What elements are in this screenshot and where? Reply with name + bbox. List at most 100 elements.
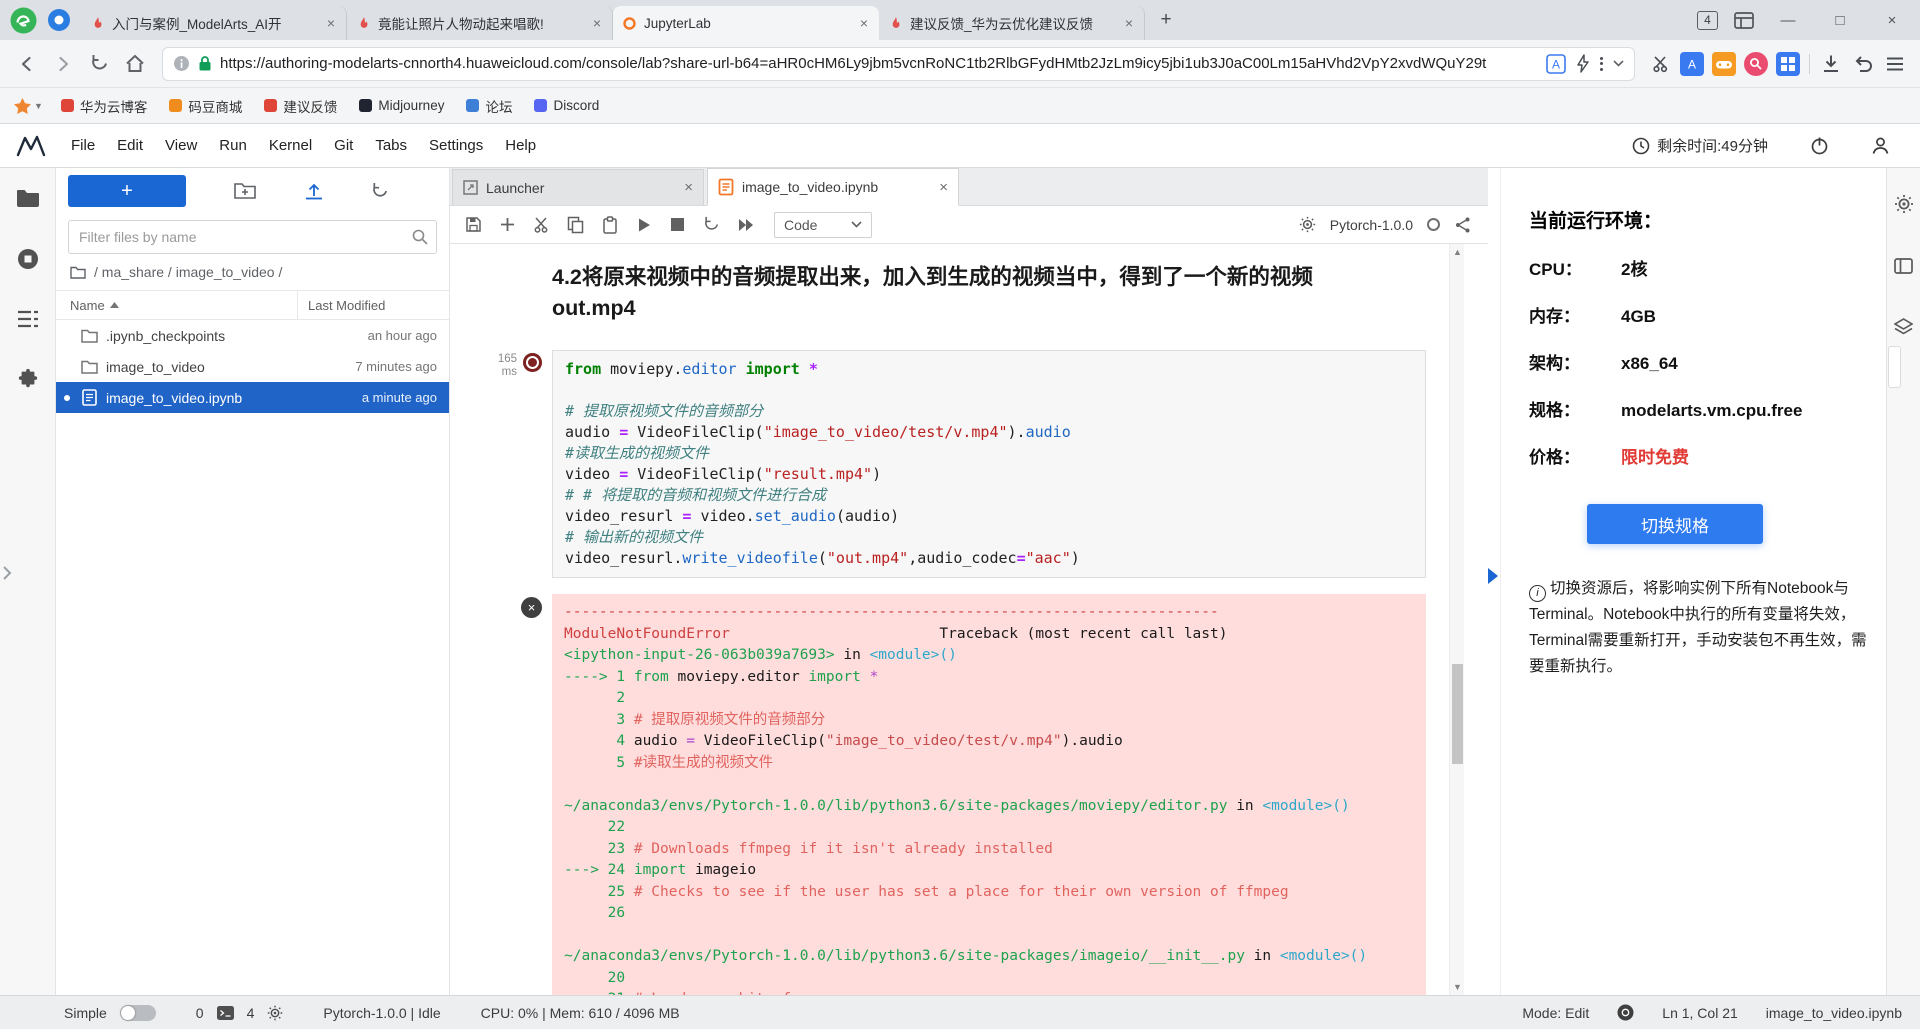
- tab-notebook[interactable]: image_to_video.ipynb ×: [707, 168, 959, 206]
- new-launcher-button[interactable]: +: [68, 175, 186, 207]
- close-button[interactable]: ×: [1874, 12, 1910, 29]
- tab-close-icon[interactable]: ×: [939, 179, 948, 196]
- bookmark-item[interactable]: Midjourney: [359, 98, 444, 113]
- file-row[interactable]: image_to_video.ipynba minute ago: [56, 382, 449, 413]
- chevron-down-icon[interactable]: [1613, 60, 1624, 67]
- breadcrumb[interactable]: / ma_share / image_to_video /: [56, 254, 449, 290]
- bookmark-star-icon[interactable]: ▼: [14, 98, 43, 114]
- cursor-position[interactable]: Ln 1, Col 21: [1662, 1005, 1738, 1021]
- power-icon[interactable]: [1810, 136, 1829, 155]
- settings-gear-icon[interactable]: [1894, 194, 1914, 214]
- save-button[interactable]: [458, 211, 489, 239]
- browser-profile-icon[interactable]: [47, 8, 71, 32]
- url-field[interactable]: https://authoring-modelarts-cnnorth4.hua…: [162, 47, 1635, 81]
- more-options-icon[interactable]: [1600, 57, 1603, 71]
- add-cell-button[interactable]: [492, 211, 523, 239]
- refresh-icon[interactable]: [371, 182, 389, 200]
- restart-kernel-button[interactable]: [696, 211, 727, 239]
- kernel-name[interactable]: Pytorch-1.0.0: [1330, 217, 1413, 233]
- game-extension-icon[interactable]: [1709, 49, 1739, 79]
- menu-settings[interactable]: Settings: [418, 137, 494, 154]
- menu-git[interactable]: Git: [323, 137, 364, 154]
- notebook-scrollbar[interactable]: ▲ ▼: [1449, 244, 1464, 995]
- simple-mode-toggle[interactable]: [120, 1005, 156, 1021]
- clear-output-icon[interactable]: ×: [521, 597, 542, 618]
- tab-close-icon[interactable]: ×: [1123, 15, 1135, 31]
- undo-icon[interactable]: [1848, 49, 1878, 79]
- kernel-settings-icon[interactable]: [1299, 216, 1316, 233]
- menu-kernel[interactable]: Kernel: [258, 137, 323, 154]
- paste-cells-button[interactable]: [594, 211, 625, 239]
- run-button[interactable]: [628, 211, 659, 239]
- terminal-count[interactable]: 0: [196, 1005, 204, 1021]
- scrollbar-thumb[interactable]: [1452, 664, 1463, 764]
- layers-icon[interactable]: [1894, 318, 1913, 335]
- menu-tabs[interactable]: Tabs: [364, 137, 418, 154]
- bookmark-item[interactable]: 华为云博客: [61, 96, 148, 116]
- download-icon[interactable]: [1816, 49, 1846, 79]
- file-row[interactable]: .ipynb_checkpointsan hour ago: [56, 320, 449, 351]
- column-name[interactable]: Name: [70, 298, 105, 313]
- browser-panel-icon[interactable]: [1734, 12, 1754, 29]
- bookmark-item[interactable]: 建议反馈: [264, 96, 337, 116]
- copy-cells-button[interactable]: [560, 211, 591, 239]
- forward-icon[interactable]: [46, 47, 80, 81]
- home-icon[interactable]: [118, 47, 152, 81]
- collapsed-tab-handle[interactable]: [1888, 346, 1901, 388]
- menu-file[interactable]: File: [60, 137, 106, 154]
- collapse-panel-arrow-icon[interactable]: [1488, 568, 1498, 584]
- sidebar-expander-icon[interactable]: [2, 566, 12, 585]
- terminal-icon[interactable]: [217, 1006, 234, 1020]
- cut-cells-button[interactable]: [526, 211, 557, 239]
- tab-launcher[interactable]: Launcher ×: [452, 169, 704, 205]
- apps-grid-icon[interactable]: [1773, 49, 1803, 79]
- share-icon[interactable]: [1454, 216, 1472, 234]
- menu-edit[interactable]: Edit: [106, 137, 154, 154]
- kernel-status-text[interactable]: Pytorch-1.0.0 | Idle: [323, 1005, 440, 1021]
- tab-close-icon[interactable]: ×: [325, 15, 337, 31]
- cell-type-dropdown[interactable]: Code: [774, 212, 872, 238]
- running-kernels-tab-icon[interactable]: [17, 248, 39, 270]
- bookmark-item[interactable]: 论坛: [466, 96, 512, 116]
- property-inspector-icon[interactable]: [1894, 258, 1913, 274]
- error-output-cell[interactable]: × --------------------------------------…: [450, 594, 1488, 995]
- download-count-badge[interactable]: 4: [1697, 11, 1718, 30]
- maximize-button[interactable]: □: [1822, 12, 1858, 29]
- bookmark-item[interactable]: 码豆商城: [169, 96, 242, 116]
- bookmark-item[interactable]: Discord: [534, 98, 599, 113]
- minimize-button[interactable]: —: [1770, 12, 1806, 29]
- new-tab-button[interactable]: +: [1151, 5, 1181, 35]
- scroll-down-icon[interactable]: ▼: [1450, 982, 1465, 992]
- column-last-modified[interactable]: Last Modified: [297, 291, 449, 319]
- stop-button[interactable]: [662, 211, 693, 239]
- tab-close-icon[interactable]: ×: [591, 15, 603, 31]
- site-info-icon[interactable]: [173, 55, 190, 72]
- run-all-button[interactable]: [730, 211, 761, 239]
- browser-tab[interactable]: 入门与案例_ModelArts_AI开×: [81, 6, 347, 40]
- menu-run[interactable]: Run: [208, 137, 258, 154]
- user-icon[interactable]: [1871, 136, 1890, 155]
- cell-run-indicator-icon[interactable]: [523, 353, 542, 372]
- scroll-up-icon[interactable]: ▲: [1450, 247, 1465, 257]
- extension-manager-tab-icon[interactable]: [17, 368, 39, 390]
- code-editor[interactable]: from moviepy.editor import * # 提取原视频文件的音…: [565, 359, 1413, 569]
- filter-files-input[interactable]: [68, 220, 437, 254]
- table-of-contents-tab-icon[interactable]: [17, 310, 39, 328]
- tab-close-icon[interactable]: ×: [684, 179, 693, 196]
- url-translate-icon[interactable]: A: [1546, 54, 1566, 74]
- switch-spec-button[interactable]: 切换规格: [1587, 504, 1763, 544]
- tab-close-icon[interactable]: ×: [858, 15, 870, 31]
- search-extension-icon[interactable]: [1741, 49, 1771, 79]
- file-row[interactable]: image_to_video7 minutes ago: [56, 351, 449, 382]
- kernel-gear-icon[interactable]: [267, 1005, 283, 1021]
- upload-icon[interactable]: [304, 182, 324, 200]
- translate-extension-icon[interactable]: A: [1677, 49, 1707, 79]
- menu-help[interactable]: Help: [494, 137, 547, 154]
- reload-icon[interactable]: [82, 47, 116, 81]
- markdown-heading-cell[interactable]: 4.2将原来视频中的音频提取出来，加入到生成的视频当中，得到了一个新的视频out…: [552, 262, 1347, 324]
- code-cell[interactable]: 165 ms from moviepy.editor import * # 提取…: [450, 350, 1488, 578]
- notification-icon[interactable]: [1617, 1004, 1634, 1021]
- browser-tab[interactable]: 建议反馈_华为云优化建议反馈×: [879, 6, 1145, 40]
- browser-tab[interactable]: 竟能让照片人物动起来唱歌!×: [347, 6, 613, 40]
- menu-view[interactable]: View: [154, 137, 208, 154]
